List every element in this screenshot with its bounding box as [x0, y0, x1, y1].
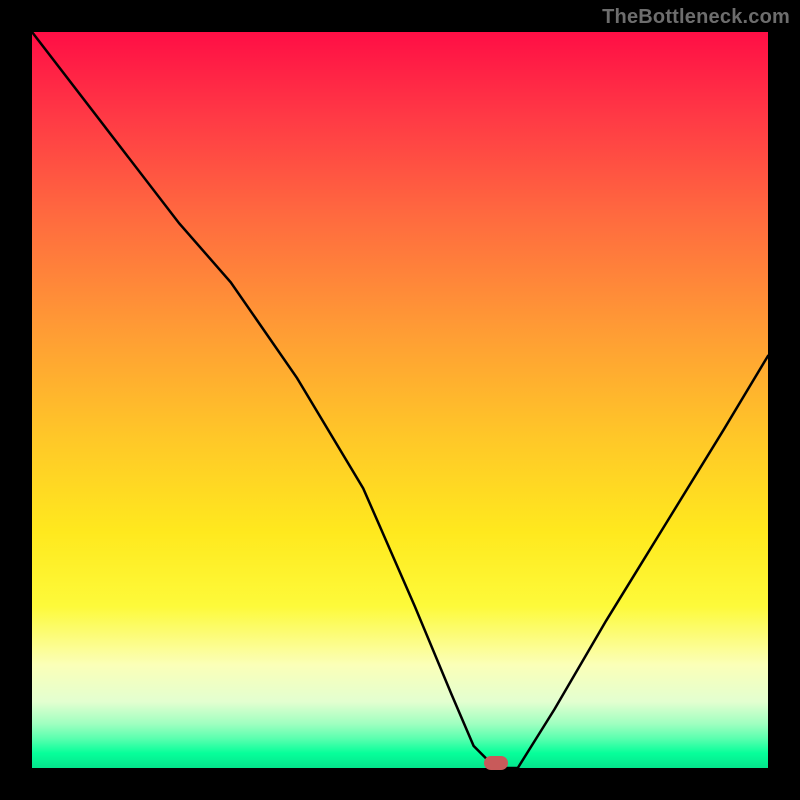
optimal-marker	[484, 756, 508, 770]
curve-svg	[32, 32, 768, 768]
bottleneck-curve-path	[32, 32, 768, 768]
plot-area	[32, 32, 768, 768]
chart-frame: TheBottleneck.com	[0, 0, 800, 800]
watermark-text: TheBottleneck.com	[602, 6, 790, 29]
